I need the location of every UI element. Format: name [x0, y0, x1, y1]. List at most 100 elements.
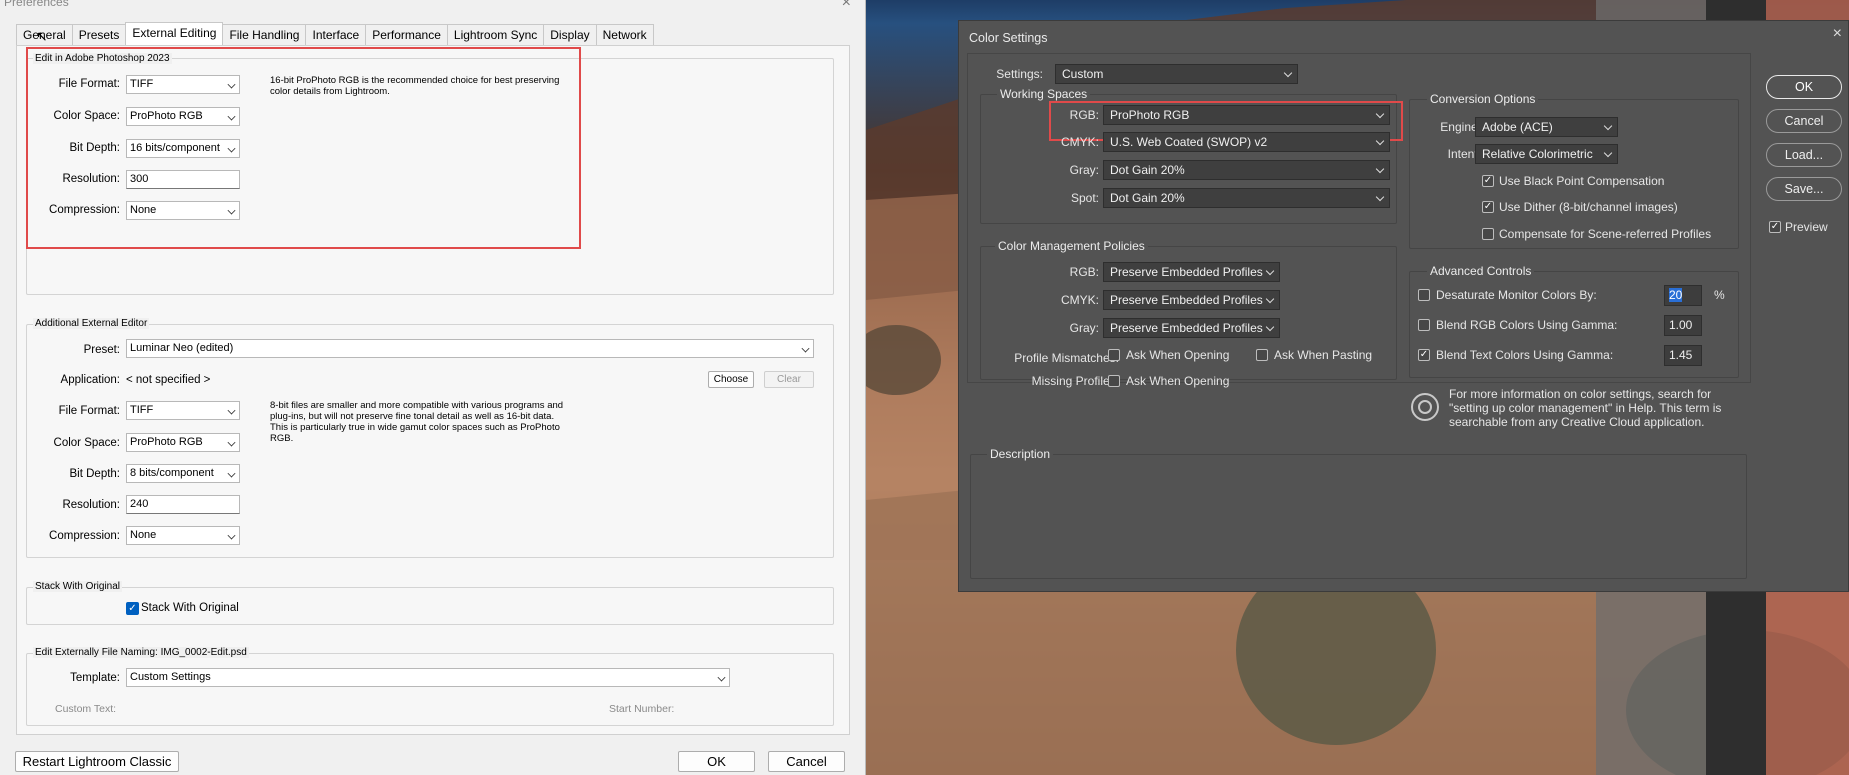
select-value: Preserve Embedded Profiles	[1110, 293, 1263, 307]
mouse-cursor-icon: ↖	[36, 28, 48, 44]
group-title: Edit Externally File Naming: IMG_0002-Ed…	[33, 647, 249, 658]
tab-lightroom-sync[interactable]: Lightroom Sync	[446, 24, 545, 45]
template-label: Template:	[70, 672, 120, 684]
close-icon[interactable]: ×	[842, 0, 851, 12]
bit-depth-label: Bit Depth:	[69, 468, 121, 480]
blend-rgb-input[interactable]: 1.00	[1664, 315, 1702, 336]
gray-working-space-select[interactable]: Dot Gain 20%	[1103, 160, 1390, 180]
color-space-select[interactable]: ProPhoto RGB	[126, 433, 240, 452]
spot-label: Spot:	[1070, 191, 1099, 205]
color-wheel-icon	[1411, 393, 1439, 421]
tab-display[interactable]: Display	[543, 24, 597, 45]
chevron-down-icon	[227, 406, 236, 415]
ask-when-opening-checkbox[interactable]	[1108, 349, 1120, 361]
tab-interface[interactable]: Interface	[305, 24, 367, 45]
restart-lightroom-button[interactable]: Restart Lightroom Classic	[15, 751, 179, 772]
highlight-box	[26, 47, 581, 249]
settings-select[interactable]: Custom	[1055, 64, 1298, 84]
bit-depth-select[interactable]: 8 bits/component	[126, 464, 240, 483]
spot-working-space-select[interactable]: Dot Gain 20%	[1103, 188, 1390, 208]
file-format-select[interactable]: TIFF	[126, 401, 240, 420]
select-value: Dot Gain 20%	[1110, 163, 1185, 177]
start-number-label: Start Number:	[609, 703, 675, 715]
missing-ask-when-opening-checkbox[interactable]	[1108, 375, 1120, 387]
ask-when-pasting-checkbox[interactable]	[1256, 349, 1268, 361]
policy-cmyk-label: CMYK:	[1060, 293, 1099, 307]
close-icon[interactable]: ×	[1833, 25, 1842, 43]
group-title: Conversion Options	[1427, 92, 1539, 106]
application-label: Application:	[60, 374, 120, 386]
select-value: 8 bits/component	[130, 467, 214, 479]
gray-label: Gray:	[1069, 163, 1099, 177]
cancel-button[interactable]: Cancel	[1766, 109, 1842, 133]
compression-label: Compression:	[49, 530, 120, 542]
blend-text-checkbox[interactable]: ✓	[1418, 349, 1430, 361]
cancel-button[interactable]: Cancel	[768, 751, 845, 772]
group-title: Stack With Original	[33, 581, 123, 592]
use-dither-label: Use Dither (8-bit/channel images)	[1499, 200, 1678, 214]
chevron-down-icon	[227, 531, 236, 540]
policy-gray-select[interactable]: Preserve Embedded Profiles	[1103, 318, 1280, 338]
stack-checkbox[interactable]: ✓	[126, 602, 139, 615]
select-value: Relative Colorimetric	[1482, 147, 1593, 161]
load-button[interactable]: Load...	[1766, 143, 1842, 167]
preset-label: Preset:	[83, 344, 120, 356]
ask-when-pasting-label: Ask When Pasting	[1274, 348, 1373, 362]
template-select[interactable]: Custom Settings	[126, 668, 730, 687]
missing-profiles-label: Missing Profiles:	[1031, 374, 1119, 388]
select-value: Custom	[1062, 67, 1104, 81]
window-title: Preferences	[4, 0, 69, 9]
color-settings-dialog: Color Settings × Settings: Custom Workin…	[958, 20, 1849, 592]
profile-mismatches-label: Profile Mismatches:	[1014, 351, 1119, 365]
use-dither-checkbox[interactable]: ✓	[1482, 201, 1494, 213]
chevron-down-icon	[1375, 164, 1385, 174]
select-value: Preserve Embedded Profiles	[1110, 321, 1263, 335]
blend-text-input[interactable]: 1.45	[1664, 345, 1702, 366]
intent-select[interactable]: Relative Colorimetric	[1475, 144, 1618, 164]
tab-network[interactable]: Network	[595, 24, 654, 45]
tab-external-editing[interactable]: External Editing	[125, 22, 224, 45]
desaturate-input[interactable]: 20	[1664, 285, 1702, 306]
choose-button[interactable]: Choose	[708, 371, 754, 388]
engine-select[interactable]: Adobe (ACE)	[1475, 117, 1618, 137]
black-point-compensation-label: Use Black Point Compensation	[1499, 174, 1665, 188]
tab-file-handling[interactable]: File Handling	[222, 24, 307, 45]
chevron-down-icon	[1375, 136, 1385, 146]
desaturate-checkbox[interactable]	[1418, 289, 1430, 301]
lightroom-preferences-window: Preferences × General Presets External E…	[0, 0, 866, 775]
clear-button[interactable]: Clear	[764, 371, 814, 388]
chevron-down-icon	[1265, 294, 1275, 304]
policy-rgb-select[interactable]: Preserve Embedded Profiles	[1103, 262, 1280, 282]
application-value: < not specified >	[126, 374, 211, 386]
ok-button[interactable]: OK	[678, 751, 755, 772]
blend-rgb-checkbox[interactable]	[1418, 319, 1430, 331]
group-title: Color Management Policies	[995, 239, 1148, 253]
description-group	[970, 454, 1747, 579]
select-value: U.S. Web Coated (SWOP) v2	[1110, 135, 1268, 149]
compression-select[interactable]: None	[126, 526, 240, 545]
policy-cmyk-select[interactable]: Preserve Embedded Profiles	[1103, 290, 1280, 310]
blend-rgb-label: Blend RGB Colors Using Gamma:	[1436, 318, 1618, 332]
select-value: ProPhoto RGB	[130, 436, 203, 448]
group-title: Advanced Controls	[1427, 264, 1535, 278]
tab-performance[interactable]: Performance	[365, 24, 448, 45]
chevron-down-icon	[801, 344, 810, 353]
cmyk-working-space-select[interactable]: U.S. Web Coated (SWOP) v2	[1103, 132, 1390, 152]
info-text: For more information on color settings, …	[1449, 387, 1722, 429]
ok-button[interactable]: OK	[1766, 75, 1842, 99]
select-value: Preserve Embedded Profiles	[1110, 265, 1263, 279]
tab-presets[interactable]: Presets	[71, 24, 127, 45]
preview-checkbox[interactable]: ✓	[1769, 221, 1781, 233]
select-value: Custom Settings	[130, 671, 211, 683]
save-button[interactable]: Save...	[1766, 177, 1842, 201]
resolution-input[interactable]: 240	[126, 495, 240, 514]
black-point-compensation-checkbox[interactable]: ✓	[1482, 175, 1494, 187]
scene-referred-checkbox[interactable]	[1482, 228, 1494, 240]
color-space-label: Color Space:	[53, 437, 120, 449]
chevron-down-icon	[227, 438, 236, 447]
resolution-label: Resolution:	[62, 499, 120, 511]
select-value: Luminar Neo (edited)	[130, 342, 234, 354]
select-value: None	[130, 529, 157, 541]
select-value: Adobe (ACE)	[1482, 120, 1553, 134]
preset-select[interactable]: Luminar Neo (edited)	[126, 339, 814, 358]
